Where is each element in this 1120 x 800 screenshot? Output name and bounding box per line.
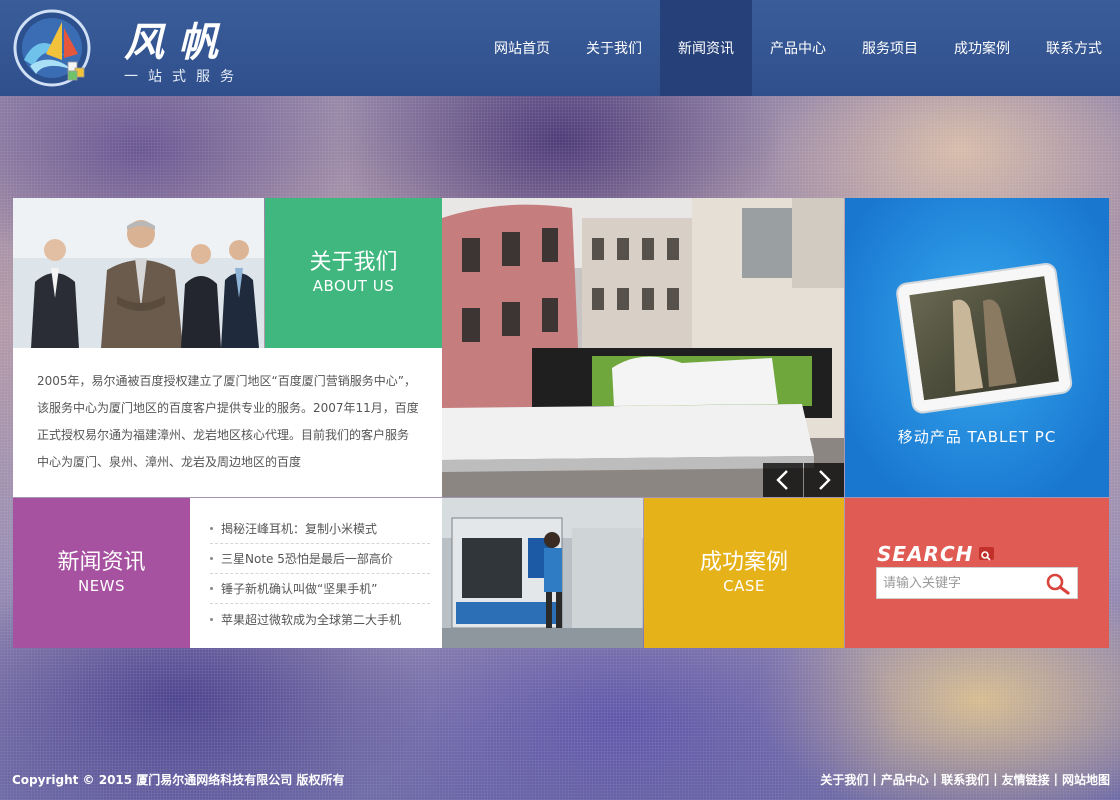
tablet-tile[interactable]: 移动产品 TABLET PC bbox=[845, 198, 1109, 497]
search-title: SEARCH bbox=[877, 542, 974, 566]
tablet-caption: 移动产品 TABLET PC bbox=[897, 428, 1057, 446]
search-input[interactable] bbox=[883, 569, 1043, 597]
tablet-image bbox=[896, 263, 1073, 414]
about-tile[interactable]: 关于我们 ABOUT US bbox=[265, 198, 442, 348]
case-tile[interactable]: 成功案例 CASE bbox=[644, 498, 844, 648]
news-item-title: 揭秘汪峰耳机：复制小米模式 bbox=[221, 522, 378, 536]
news-item-title: 三星Note 5恐怕是最后一部高价 bbox=[221, 552, 393, 566]
footer-separator: | bbox=[1053, 772, 1058, 786]
slide-image bbox=[442, 198, 844, 497]
main-nav: 网站首页 关于我们 新闻资讯 产品中心 服务项目 成功案例 联系方式 bbox=[476, 0, 1120, 96]
logo-subtitle: 一站式服务 bbox=[124, 69, 244, 85]
bullet-icon bbox=[210, 557, 213, 560]
footer-separator: | bbox=[932, 772, 938, 786]
nav-services[interactable]: 服务项目 bbox=[844, 0, 936, 96]
nav-products[interactable]: 产品中心 bbox=[752, 0, 844, 96]
news-list: 揭秘汪峰耳机：复制小米模式 三星Note 5恐怕是最后一部高价 锤子新机确认叫做… bbox=[190, 498, 442, 648]
team-photo bbox=[13, 198, 264, 348]
footer-link-friends[interactable]: 友情链接 bbox=[1002, 771, 1050, 788]
about-title-en: ABOUT US bbox=[312, 277, 395, 295]
about-title: 关于我们 bbox=[309, 250, 398, 275]
hero-slider[interactable] bbox=[442, 198, 844, 497]
site-footer: Copyright © 2015 厦门易尔通网络科技有限公司 版权所有 关于我们… bbox=[0, 764, 1120, 794]
about-text-panel: 2005年，易尔通被百度授权建立了厦门地区“百度厦门营销服务中心”，该服务中心为… bbox=[13, 348, 442, 497]
about-description: 2005年，易尔通被百度授权建立了厦门地区“百度厦门营销服务中心”，该服务中心为… bbox=[37, 374, 419, 469]
news-item[interactable]: 苹果超过微软成为全球第二大手机 bbox=[210, 604, 430, 634]
news-tile[interactable]: 新闻资讯 NEWS bbox=[13, 498, 198, 648]
footer-links: 关于我们 | 产品中心 | 联系我们 | 友情链接 | 网站地图 bbox=[820, 771, 1110, 788]
footer-link-contact[interactable]: 联系我们 bbox=[941, 771, 989, 788]
bullet-icon bbox=[210, 617, 213, 621]
search-tile: SEARCH bbox=[845, 498, 1109, 648]
footer-separator: | bbox=[993, 772, 998, 786]
case-title-en: CASE bbox=[723, 577, 765, 595]
nav-about[interactable]: 关于我们 bbox=[568, 0, 660, 96]
logo-title: 风帆 bbox=[124, 19, 232, 66]
site-header: 风帆 一站式服务 网站首页 关于我们 新闻资讯 产品中心 服务项目 成功案例 联… bbox=[0, 0, 1120, 96]
team-photo-image bbox=[13, 198, 264, 348]
chevron-left-icon[interactable] bbox=[763, 463, 803, 497]
search-box bbox=[876, 567, 1078, 599]
search-badge-icon bbox=[979, 547, 994, 561]
chevron-right-icon[interactable] bbox=[804, 463, 844, 497]
footer-link-products[interactable]: 产品中心 bbox=[881, 771, 929, 788]
footer-link-about[interactable]: 关于我们 bbox=[820, 771, 868, 788]
news-title: 新闻资讯 bbox=[57, 550, 146, 575]
nav-news[interactable]: 新闻资讯 bbox=[660, 0, 752, 96]
nav-home[interactable]: 网站首页 bbox=[476, 0, 568, 96]
logo-icon[interactable] bbox=[12, 8, 92, 88]
nav-contact[interactable]: 联系方式 bbox=[1028, 0, 1120, 96]
news-item-title: 苹果超过微软成为全球第二大手机 bbox=[221, 612, 402, 627]
bullet-icon bbox=[210, 527, 213, 530]
nav-cases[interactable]: 成功案例 bbox=[936, 0, 1028, 96]
footer-link-sitemap[interactable]: 网站地图 bbox=[1062, 771, 1110, 788]
footer-separator: | bbox=[872, 772, 877, 786]
news-item[interactable]: 锤子新机确认叫做“坚果手机” bbox=[210, 574, 430, 604]
news-item-title: 锤子新机确认叫做“坚果手机” bbox=[221, 582, 378, 596]
slider-controls bbox=[763, 463, 844, 497]
factory-photo-image bbox=[442, 498, 643, 648]
bullet-icon bbox=[210, 587, 213, 590]
factory-photo bbox=[442, 498, 643, 648]
news-title-en: NEWS bbox=[77, 577, 126, 595]
search-icon[interactable] bbox=[1045, 572, 1071, 596]
news-item[interactable]: 揭秘汪峰耳机：复制小米模式 bbox=[210, 514, 430, 544]
copyright: Copyright © 2015 厦门易尔通网络科技有限公司 版权所有 bbox=[12, 772, 345, 787]
case-title: 成功案例 bbox=[699, 550, 788, 575]
news-item[interactable]: 三星Note 5恐怕是最后一部高价 bbox=[210, 544, 430, 574]
